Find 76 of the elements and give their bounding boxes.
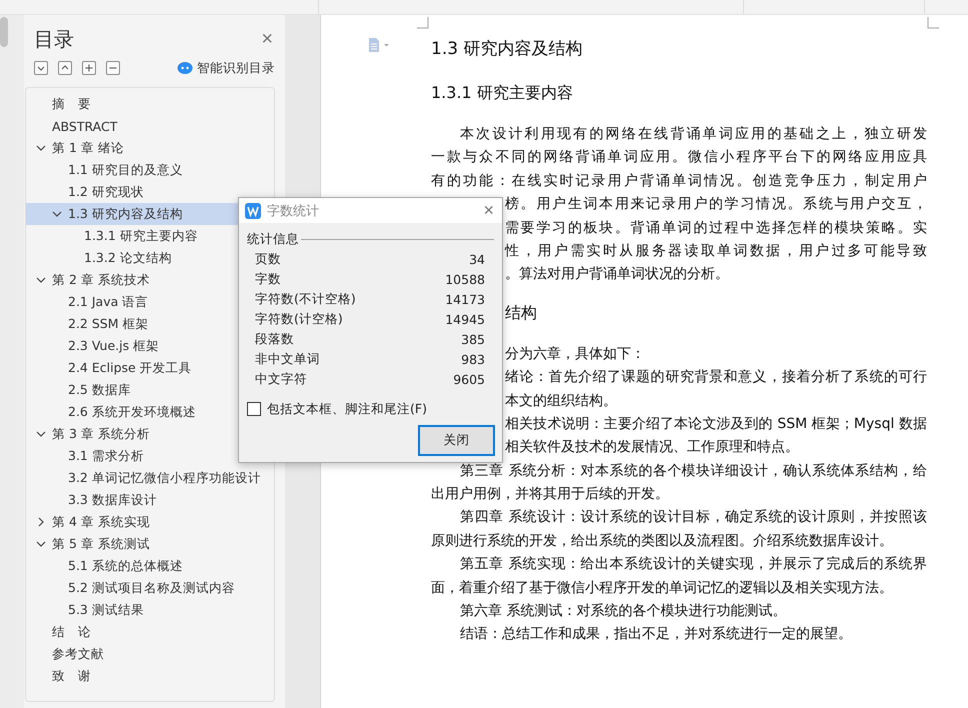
toc-item[interactable]: 结 论 [26, 621, 274, 643]
stat-label: 非中文单词 [255, 350, 320, 368]
toc-item[interactable]: 5.1 系统的总体概述 [26, 555, 274, 577]
toc-item[interactable]: 第 5 章 系统测试 [26, 533, 274, 555]
stat-value: 9605 [453, 372, 485, 386]
stat-label: 字数 [255, 270, 281, 288]
scrollbar-thumb[interactable] [0, 17, 8, 47]
toc-item[interactable]: ABSTRACT [26, 115, 274, 137]
toc-item[interactable]: 摘 要 [26, 93, 274, 115]
app-logo-icon [245, 202, 261, 218]
body-text-line: 第五章 系统实现：给出本系统设计的关键实现，并展示了完成后的系统界 [460, 555, 927, 574]
stat-label: 段落数 [255, 330, 294, 348]
chevron-down-icon[interactable] [36, 143, 46, 153]
toc-item[interactable]: 第 4 章 系统实现 [26, 511, 274, 533]
group-label: 统计信息 [247, 230, 299, 248]
stat-label: 字符数(计空格) [255, 310, 343, 328]
body-text-line: 。算法对用户背诵单词状况的分析。 [505, 265, 730, 284]
toc-item[interactable]: 5.2 测试项目名称及测试内容 [26, 577, 274, 599]
toc-item[interactable]: 参考文献 [26, 643, 274, 665]
chevron-down-icon[interactable] [36, 539, 46, 549]
stat-value: 14173 [445, 292, 485, 306]
toc-item[interactable]: 3.3 数据库设计 [26, 489, 274, 511]
body-text-line: 本文的组织结构。 [505, 392, 618, 411]
robot-icon [177, 61, 193, 75]
close-dialog-button[interactable]: 关闭 [418, 425, 495, 456]
minus-icon[interactable] [106, 61, 120, 75]
body-text-line: 出用户用例，并将其用于后续的开发。 [431, 485, 670, 504]
chevron-down-icon[interactable] [36, 275, 46, 285]
body-text-line: 第三章 系统分析：对本系统的各个模块详细设计，确认系统体系结构，给 [460, 462, 927, 481]
body-text-line: 面，着重介绍了基于微信小程序开发的单词记忆的逻辑以及相关实现方法。 [431, 578, 894, 598]
checkbox[interactable] [247, 402, 261, 416]
stat-label: 页数 [255, 250, 281, 268]
body-text-line: 第六章 系统测试：对系统的各个模块进行功能测试。 [460, 602, 788, 622]
stat-value: 983 [461, 352, 485, 366]
toc-item[interactable]: 第 1 章 绪论 [26, 137, 274, 159]
body-text-line: 绪论：首先介绍了课题的研究背景和意义，接着分析了系统的可行 [505, 368, 927, 388]
smart-toc-button[interactable]: 智能识别目录 [177, 60, 275, 76]
toc-item[interactable]: 致 谢 [26, 665, 274, 687]
crop-mark-icon [927, 17, 939, 29]
plus-icon[interactable] [82, 61, 96, 75]
checkbox-label[interactable]: 包括文本框、脚注和尾注(F) [267, 400, 427, 418]
chevron-right-icon[interactable] [36, 517, 46, 527]
stat-value: 10588 [445, 272, 485, 286]
close-button[interactable]: × [481, 200, 496, 221]
stat-value: 14945 [445, 312, 485, 326]
toc-item[interactable]: 第 3 章 系统分析 [26, 423, 274, 445]
chevron-down-icon[interactable] [36, 429, 46, 439]
body-text-line: 榜。用户生词本用来记录用户的学习情况。系统与用户交互， [505, 195, 927, 214]
stat-value: 385 [461, 332, 485, 346]
chevron-up-icon[interactable] [58, 61, 72, 75]
body-text-line: 本次设计利用现有的网络在线背诵单词应用的基础之上，独立研发 [460, 125, 927, 144]
body-text-line: 性，用户需实时从服务器读取单词数据，用户过多可能导致 [505, 242, 927, 261]
stat-label: 字符数(不计空格) [255, 290, 356, 308]
toc-item[interactable]: 1.2 研究现状 [26, 181, 274, 203]
chevron-down-icon[interactable] [34, 61, 48, 75]
body-text-line: 原则进行系统的开发，给出系统的类图以及流程图。介绍系统数据库设计。 [431, 532, 894, 551]
body-text-line: 一款与众不同的网络背诵单词应用。微信小程序平台下的网络应用应具 [431, 148, 927, 168]
body-text-line: 第四章 系统设计：设计系统的设计目标，确定系统的设计原则，并按照该 [460, 508, 927, 528]
stat-label: 中文字符 [255, 370, 307, 388]
chevron-down-icon[interactable] [52, 209, 62, 219]
subsection-heading: 1.3.1 研究主要内容 [431, 83, 574, 104]
toc-item[interactable]: 5.3 测试结果 [26, 599, 274, 621]
panel-title: 目录 [34, 26, 74, 52]
crop-mark-icon [417, 17, 429, 29]
body-text-line: 相关技术说明：主要介绍了本论文涉及到的 SSM 框架；Mysql 数据 [505, 414, 927, 434]
stat-value: 34 [469, 252, 485, 266]
subsection-heading: 结构 [505, 302, 537, 322]
toc-item[interactable]: 1.1 研究目的及意义 [26, 159, 274, 181]
body-text-line: 需要学习的板块。背诵单词的过程中选择怎样的模块策略。实 [505, 218, 927, 238]
body-text-line: 分为六章，具体如下： [505, 344, 646, 364]
toc-item[interactable]: 3.2 单词记忆微信小程序功能设计 [26, 467, 274, 489]
body-text-line: 有的功能：在线实时记录用户背诵单词情况。创造竞争压力，制定用户 [431, 172, 927, 191]
body-text-line: 相关软件及技术的发展情况、工作原理和特点。 [505, 438, 800, 458]
section-heading: 1.3 研究内容及结构 [431, 38, 584, 61]
close-button[interactable]: × [259, 28, 275, 50]
body-text-line: 结语：总结工作和成果，指出不足，并对系统进行一定的展望。 [460, 625, 853, 644]
